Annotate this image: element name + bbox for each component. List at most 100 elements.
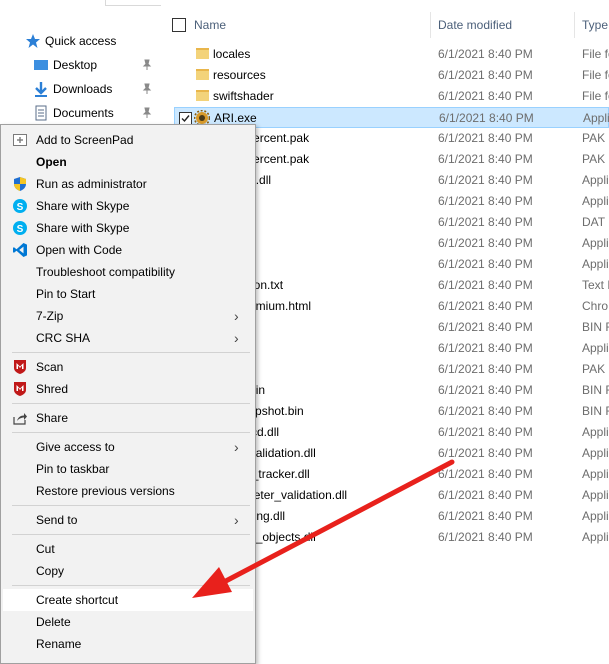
pin-icon[interactable]: [142, 107, 152, 119]
menu-item-scan[interactable]: Scan: [3, 356, 253, 378]
file-type: BIN Fi: [582, 383, 609, 397]
menu-item-run-as-administrator[interactable]: Run as administrator: [3, 173, 253, 195]
menu-item-share-with-skype[interactable]: S Share with Skype: [3, 195, 253, 217]
menu-item-open[interactable]: Open: [3, 151, 253, 173]
select-all-checkbox[interactable]: [172, 18, 186, 32]
file-type: Applic: [582, 488, 609, 502]
menu-separator: [12, 585, 250, 586]
file-row[interactable]: swiftshader 6/1/2021 8:40 PM File fo: [160, 86, 609, 107]
file-date-modified: 6/1/2021 8:40 PM: [438, 215, 533, 229]
file-type: Text D: [582, 278, 609, 292]
submenu-arrow-icon: ›: [234, 512, 239, 528]
menu-item-label: Pin to taskbar: [36, 462, 110, 476]
menu-item-label: 7-Zip: [36, 309, 64, 323]
file-date-modified: 6/1/2021 8:40 PM: [438, 404, 533, 418]
menu-separator: [12, 505, 250, 506]
menu-item-send-to[interactable]: Send to ›: [3, 509, 253, 531]
file-date-modified: 6/1/2021 8:40 PM: [438, 320, 533, 334]
pin-icon[interactable]: [142, 83, 152, 95]
share-icon: [13, 413, 27, 425]
menu-item-troubleshoot-compatibility[interactable]: Troubleshoot compatibility: [3, 261, 253, 283]
menu-item-delete[interactable]: Delete: [3, 611, 253, 633]
menu-item-open-with-code[interactable]: Open with Code: [3, 239, 253, 261]
pin-icon[interactable]: [142, 59, 152, 71]
context-menu: Add to ScreenPad Open Run as administrat…: [0, 124, 256, 664]
column-header-date-modified[interactable]: Date modified: [438, 18, 512, 32]
file-date-modified: 6/1/2021 8:40 PM: [438, 488, 533, 502]
screenpad-icon: [13, 134, 27, 146]
file-type: File fo: [582, 47, 609, 61]
file-date-modified: 6/1/2021 8:40 PM: [438, 89, 533, 103]
vscode-icon: [13, 243, 27, 257]
menu-separator: [12, 534, 250, 535]
svg-text:S: S: [17, 224, 24, 235]
file-type: PAK Fi: [582, 362, 609, 376]
menu-item-add-to-screenpad[interactable]: Add to ScreenPad: [3, 129, 253, 151]
file-type: Applic: [582, 236, 609, 250]
menu-item-label: Add to ScreenPad: [36, 133, 134, 147]
menu-item-label: Share with Skype: [36, 221, 130, 235]
menu-item-label: Pin to Start: [36, 287, 96, 301]
file-date-modified: 6/1/2021 8:40 PM: [438, 47, 533, 61]
file-type: PAK Fi: [582, 131, 609, 145]
menu-item-label: Give access to: [36, 440, 115, 454]
file-date-modified: 6/1/2021 8:40 PM: [438, 530, 533, 544]
menu-item-7zip[interactable]: 7-Zip ›: [3, 305, 253, 327]
menu-item-label: Open with Code: [36, 243, 123, 257]
nav-item-label: Downloads: [53, 82, 113, 96]
menu-item-label: Create shortcut: [36, 593, 119, 607]
file-type: PAK Fi: [582, 152, 609, 166]
column-divider[interactable]: [430, 12, 431, 38]
file-type: Applic: [582, 467, 609, 481]
checkmark-icon: [181, 115, 190, 123]
menu-item-give-access-to[interactable]: Give access to ›: [3, 436, 253, 458]
menu-item-pin-to-start[interactable]: Pin to Start: [3, 283, 253, 305]
menu-item-create-shortcut[interactable]: Create shortcut: [3, 589, 253, 611]
nav-item-label: Quick access: [45, 34, 117, 48]
menu-item-cut[interactable]: Cut: [3, 538, 253, 560]
file-date-modified: 6/1/2021 8:40 PM: [438, 131, 533, 145]
menu-item-label: Cut: [36, 542, 55, 556]
file-date-modified: 6/1/2021 8:40 PM: [438, 299, 533, 313]
file-date-modified: 6/1/2021 8:40 PM: [438, 278, 533, 292]
star-icon: [26, 34, 40, 48]
menu-item-label: Troubleshoot compatibility: [36, 265, 175, 279]
file-name: resources: [213, 68, 266, 82]
file-row[interactable]: resources 6/1/2021 8:40 PM File fo: [160, 65, 609, 86]
file-date-modified: 6/1/2021 8:40 PM: [438, 257, 533, 271]
file-type: Applic: [582, 425, 609, 439]
file-type: Applic: [582, 194, 609, 208]
menu-item-label: Scan: [36, 360, 64, 374]
file-date-modified: 6/1/2021 8:40 PM: [438, 446, 533, 460]
column-divider[interactable]: [574, 12, 575, 38]
file-type: Chro: [582, 299, 609, 313]
column-header-name[interactable]: Name: [194, 18, 226, 32]
menu-item-label: Shred: [36, 382, 69, 396]
menu-separator: [12, 403, 250, 404]
file-date-modified: 6/1/2021 8:40 PM: [438, 362, 533, 376]
menu-item-restore-previous-versions[interactable]: Restore previous versions: [3, 480, 253, 502]
file-type: BIN Fi: [582, 404, 609, 418]
file-row[interactable]: locales 6/1/2021 8:40 PM File fo: [160, 44, 609, 65]
menu-separator: [12, 432, 250, 433]
file-name: locales: [213, 47, 251, 61]
menu-item-pin-to-taskbar[interactable]: Pin to taskbar: [3, 458, 253, 480]
folder-icon: [196, 69, 209, 80]
nav-divider: [105, 0, 161, 6]
menu-item-share-with-skype-2[interactable]: S Share with Skype: [3, 217, 253, 239]
file-date-modified: 6/1/2021 8:40 PM: [438, 194, 533, 208]
menu-item-shred[interactable]: Shred: [3, 378, 253, 400]
file-type: File fo: [582, 68, 609, 82]
menu-item-copy[interactable]: Copy: [3, 560, 253, 582]
file-type: Applic: [582, 530, 609, 544]
column-header-type[interactable]: Type: [582, 18, 608, 32]
file-type: Applic: [582, 257, 609, 271]
download-icon: [35, 82, 47, 97]
file-type: Applic: [582, 173, 609, 187]
folder-icon: [196, 48, 209, 59]
file-type: Applic: [582, 446, 609, 460]
uac-shield-icon: [14, 177, 26, 191]
menu-item-share[interactable]: Share: [3, 407, 253, 429]
nav-item-label: Desktop: [53, 58, 98, 72]
menu-item-crc-sha[interactable]: CRC SHA ›: [3, 327, 253, 349]
